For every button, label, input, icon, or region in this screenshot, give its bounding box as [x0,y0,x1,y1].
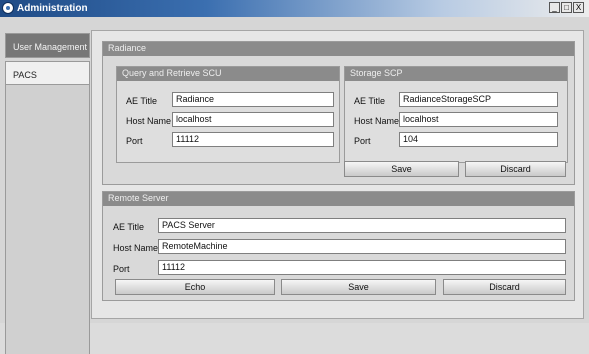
query-host-name-label: Host Name [126,116,172,126]
administration-window: Administration _ □ X User Management PAC… [0,0,589,354]
radiance-save-button[interactable]: Save [344,161,459,177]
remote-server-header: Remote Server [103,192,574,206]
storage-ae-title-input[interactable]: RadianceStorageSCP [399,92,558,107]
query-port-input[interactable]: 11112 [172,132,334,147]
remote-ae-title-input[interactable]: PACS Server [158,218,566,233]
storage-port-label: Port [354,136,371,146]
query-port-label: Port [126,136,143,146]
storage-ae-title-label: AE Title [354,96,386,106]
echo-button[interactable]: Echo [115,279,275,295]
tab-label: User Management [13,42,88,52]
radiance-group: Radiance Query and Retrieve SCU AE Title… [102,41,575,185]
radiance-group-header: Radiance [103,42,574,56]
maximize-button[interactable]: □ [561,2,572,13]
remote-host-name-label: Host Name [113,243,159,253]
app-icon [2,2,14,14]
remote-port-input[interactable]: 11112 [158,260,566,275]
query-retrieve-group: Query and Retrieve SCU AE Title Radiance… [116,66,340,163]
storage-scp-group: Storage SCP AE Title RadianceStorageSCP … [344,66,568,163]
title-bar[interactable]: Administration _ □ X [0,0,589,17]
remote-port-label: Port [113,264,130,274]
query-host-name-input[interactable]: localhost [172,112,334,127]
remote-ae-title-label: AE Title [113,222,145,232]
query-ae-title-label: AE Title [126,96,158,106]
storage-port-input[interactable]: 104 [399,132,558,147]
remote-save-button[interactable]: Save [281,279,436,295]
storage-scp-header: Storage SCP [345,67,567,81]
pacs-settings-panel: Radiance Query and Retrieve SCU AE Title… [91,30,584,319]
query-ae-title-input[interactable]: Radiance [172,92,334,107]
close-button[interactable]: X [573,2,584,13]
tab-pacs[interactable]: PACS [5,61,90,85]
sidebar: User Management PACS [5,30,91,354]
query-retrieve-header: Query and Retrieve SCU [117,67,339,81]
radiance-discard-button[interactable]: Discard [465,161,566,177]
tab-label: PACS [13,70,37,80]
window-title: Administration [17,3,88,14]
storage-host-name-label: Host Name [354,116,400,126]
sidebar-background [5,85,90,354]
remote-server-group: Remote Server AE Title PACS Server Host … [102,191,575,301]
remote-discard-button[interactable]: Discard [443,279,566,295]
minimize-button[interactable]: _ [549,2,560,13]
tab-user-management[interactable]: User Management [5,33,90,58]
storage-host-name-input[interactable]: localhost [399,112,558,127]
remote-host-name-input[interactable]: RemoteMachine [158,239,566,254]
